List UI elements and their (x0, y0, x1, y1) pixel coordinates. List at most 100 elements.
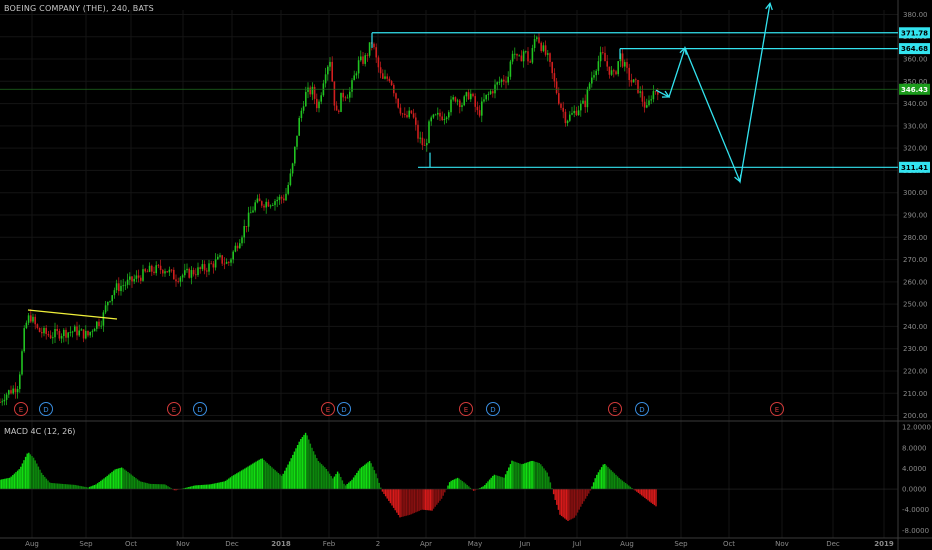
macd-bar (37, 466, 40, 490)
candle-body (60, 336, 63, 339)
candle-body (373, 43, 375, 48)
macd-bar (261, 458, 264, 490)
macd-bar (428, 489, 430, 511)
candle-body (388, 78, 391, 82)
macd-bar (53, 483, 56, 490)
macd-bar (580, 489, 582, 507)
macd-bar (108, 474, 110, 490)
candle-body (382, 73, 384, 79)
candle-body (74, 326, 76, 332)
candle-body (223, 263, 226, 265)
macd-bar (252, 463, 254, 490)
macd-bar (434, 489, 436, 507)
candle-body (137, 275, 140, 278)
chart-title: BOEING COMPANY (THE), 240, BATS (4, 4, 154, 13)
candle-body (432, 114, 435, 118)
candle-body (203, 264, 206, 271)
macd-bar (562, 489, 564, 518)
candle-body (500, 79, 503, 82)
candle-body (243, 226, 245, 238)
candle-body (404, 113, 406, 115)
macd-bar (298, 441, 300, 490)
macd-bar (583, 489, 585, 502)
candle-body (118, 283, 120, 292)
macd-bar (272, 468, 275, 490)
macd-bar (309, 443, 312, 490)
candle-body (650, 99, 652, 101)
macd-bar (311, 447, 313, 490)
macd-bar (333, 476, 336, 490)
macd-bar (266, 462, 268, 490)
candle-body (514, 53, 516, 55)
macd-bar (58, 483, 60, 490)
macd-bar (564, 489, 566, 519)
macd-bar (402, 489, 404, 517)
macd-bar (596, 474, 598, 490)
candle-body (201, 264, 204, 269)
candle-body (335, 105, 338, 111)
candle-body (276, 199, 278, 202)
macd-bar (522, 463, 524, 490)
candle-body (342, 92, 344, 98)
macd-bar (370, 463, 372, 490)
macd-bar (440, 489, 443, 499)
candle-body (520, 55, 523, 62)
candle-body (615, 71, 617, 75)
candle-body (386, 76, 388, 79)
candle-body (98, 321, 100, 326)
candle-body (324, 74, 327, 84)
candle-body (302, 106, 305, 111)
candle-body (245, 226, 248, 227)
candle-body (533, 39, 536, 49)
chart-canvas: 200.00 210.00 220.00 230.00 240.00 250.00 260.… (0, 0, 932, 550)
macd-bar (316, 458, 318, 490)
candle-body (69, 332, 72, 333)
candle-body (126, 279, 129, 285)
macd-bar (610, 470, 612, 490)
macd-bar (149, 483, 152, 490)
macd-bar (592, 482, 595, 490)
macd-bar (452, 480, 454, 490)
candle-body (190, 270, 193, 278)
candle-body (390, 81, 393, 86)
macd-bar (271, 467, 273, 490)
macd-bar (338, 473, 340, 490)
candle-body (285, 193, 287, 201)
candle-body (221, 255, 223, 264)
macd-bar (488, 479, 491, 490)
candle-body (8, 390, 10, 395)
macd-bar (117, 468, 120, 490)
macd-bar (572, 489, 574, 519)
event-marker-label: D (43, 406, 48, 414)
macd-bar (314, 454, 316, 490)
macd-bar (269, 465, 272, 490)
macd-bar (229, 477, 232, 490)
candle-body (641, 91, 644, 102)
macd-bar (197, 485, 200, 490)
macd-bar (284, 470, 286, 490)
macd-bar (458, 478, 460, 490)
macd-bar (24, 456, 27, 490)
macd-bar (213, 483, 216, 490)
candle-body (10, 390, 12, 394)
candle-body (364, 55, 366, 64)
macd-bar (93, 485, 96, 490)
macd-bar (423, 489, 425, 510)
candle-body (461, 105, 463, 108)
candle-body (419, 137, 421, 139)
macd-bar (80, 486, 83, 490)
candle-body (525, 51, 527, 53)
macd-bar (538, 462, 540, 490)
candle-body (467, 92, 470, 100)
macd-bar (260, 458, 262, 490)
candle-body (177, 281, 179, 283)
candle-body (487, 93, 490, 95)
candle-body (168, 269, 171, 273)
macd-bar (565, 489, 568, 520)
macd-bar (415, 489, 417, 513)
macd-bar (88, 486, 91, 490)
candle-body (599, 52, 602, 62)
candle-body (186, 268, 188, 271)
macd-bar (36, 463, 38, 490)
macd-bar (404, 489, 406, 517)
